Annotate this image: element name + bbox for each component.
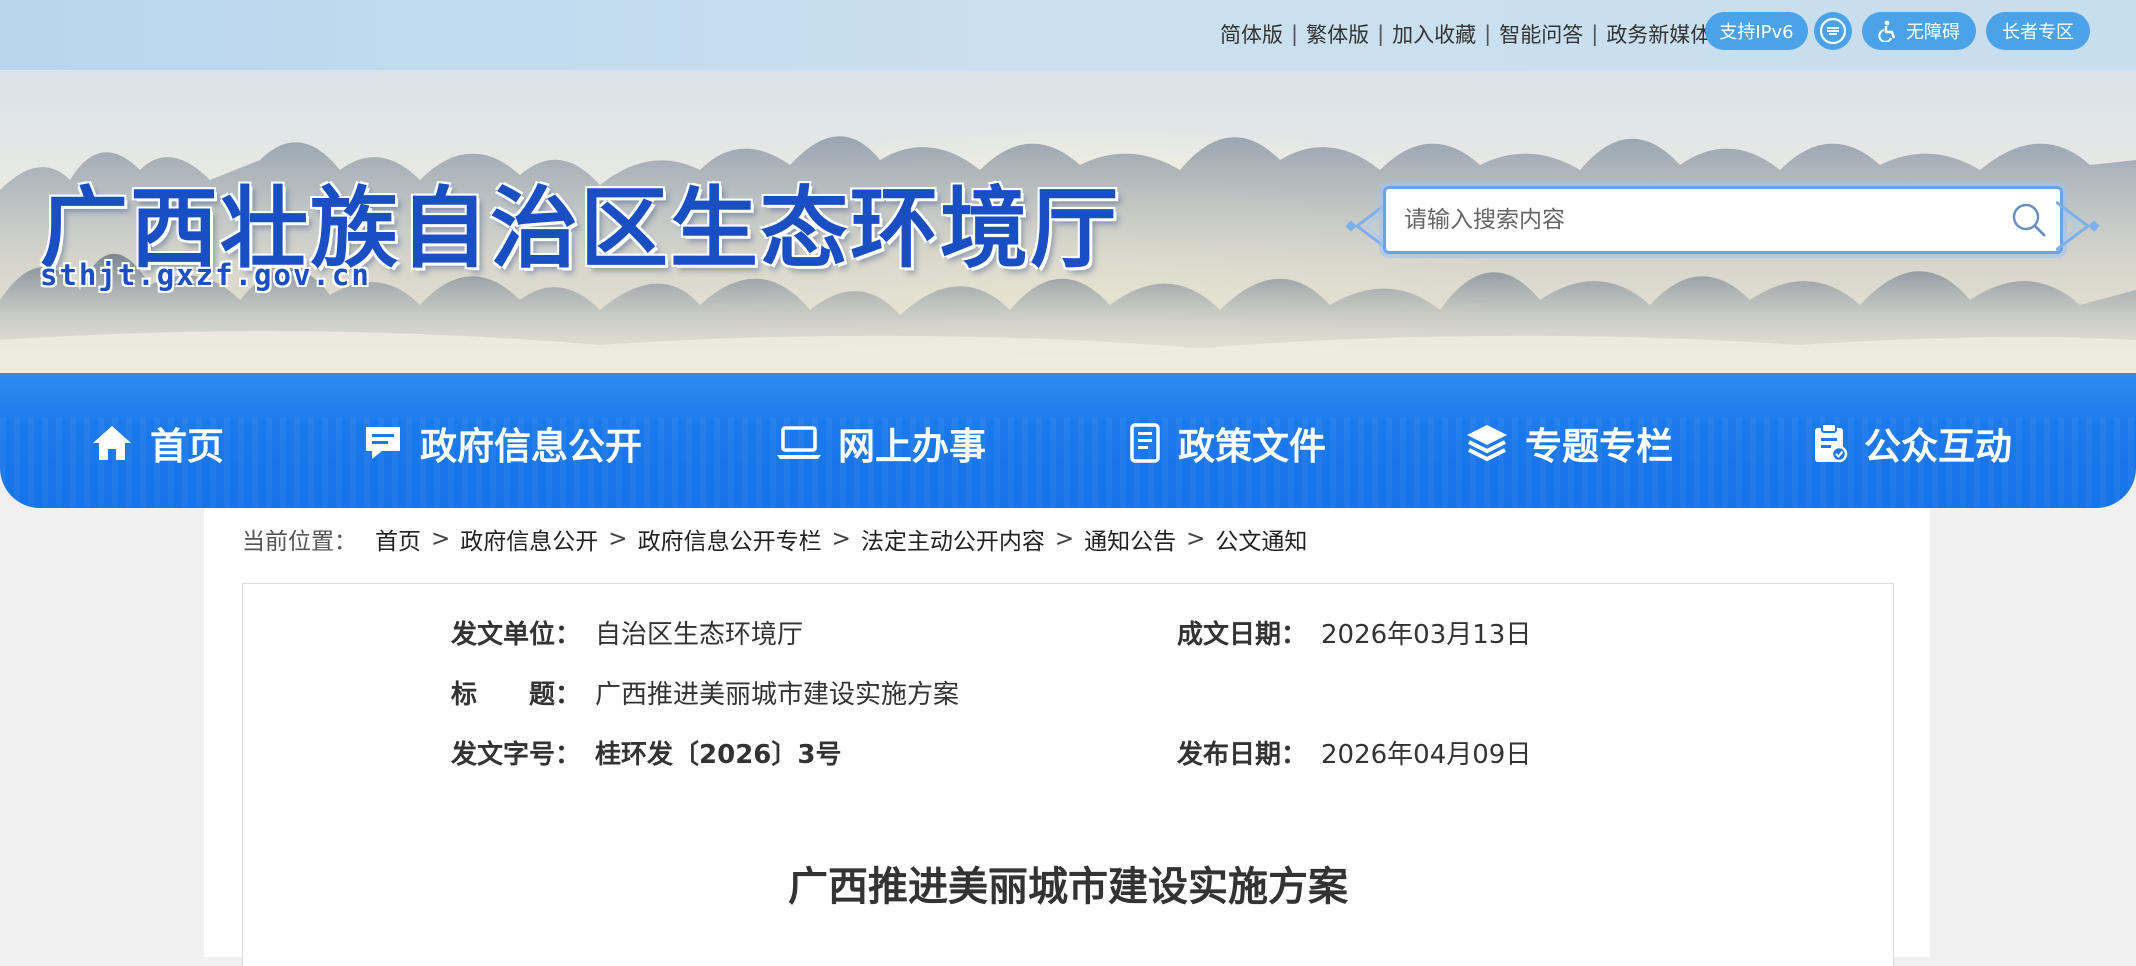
guangxi-badge-button[interactable] bbox=[1814, 12, 1852, 50]
breadcrumb-separator: > bbox=[1186, 526, 1206, 552]
clipboard-icon bbox=[1815, 423, 1848, 463]
top-links: 简体版 | 繁体版 | 加入收藏 | 智能问答 | 政务新媒体 bbox=[1220, 18, 1711, 50]
breadcrumb-separator: > bbox=[831, 526, 851, 552]
site-domain: sthjt.gxzf.gov.cn bbox=[40, 258, 371, 292]
breadcrumb-item[interactable]: 通知公告 bbox=[1084, 522, 1176, 556]
publish-date-key: 发布日期： bbox=[1177, 740, 1308, 770]
issuer-row: 发文单位： 自治区生态环境厅 bbox=[451, 614, 803, 651]
title-key: 标 题： bbox=[451, 680, 582, 710]
doc-number-value: 桂环发〔2026〕3号 bbox=[595, 740, 842, 770]
nav-home-label: 首页 bbox=[150, 425, 224, 468]
breadcrumb-separator: > bbox=[608, 526, 628, 552]
top-utility-bar: 简体版 | 繁体版 | 加入收藏 | 智能问答 | 政务新媒体 支持IPv6 无… bbox=[0, 0, 2136, 70]
traditional-link[interactable]: 繁体版 bbox=[1306, 19, 1369, 49]
nav-gov-info[interactable]: 政府信息公开 bbox=[362, 413, 642, 473]
new-media-link[interactable]: 政务新媒体 bbox=[1606, 19, 1711, 49]
smart-qa-link[interactable]: 智能问答 bbox=[1499, 19, 1583, 49]
date-written-key: 成文日期： bbox=[1177, 620, 1308, 650]
nav-online-service-label: 网上办事 bbox=[838, 425, 986, 468]
breadcrumb-separator: > bbox=[1054, 526, 1075, 552]
breadcrumb-label: 当前位置： bbox=[242, 529, 357, 555]
separator: | bbox=[1484, 22, 1492, 46]
title-row: 标 题： 广西推进美丽城市建设实施方案 bbox=[451, 674, 959, 711]
search-decoration-right bbox=[2056, 200, 2100, 252]
breadcrumb-item[interactable]: 政府信息公开 bbox=[460, 522, 598, 556]
breadcrumb-item[interactable]: 公文通知 bbox=[1215, 522, 1307, 556]
service-logo-icon bbox=[1819, 17, 1847, 45]
publish-date-row: 发布日期： 2026年04月09日 bbox=[1177, 734, 1531, 771]
search-button[interactable] bbox=[2010, 201, 2048, 239]
ipv6-badge[interactable]: 支持IPv6 bbox=[1705, 12, 1808, 50]
nav-policy-docs-label: 政策文件 bbox=[1178, 425, 1326, 468]
separator: | bbox=[1377, 22, 1385, 46]
laptop-icon bbox=[777, 426, 821, 459]
nav-public-interaction[interactable]: 公众互动 bbox=[1812, 413, 2012, 473]
nav-policy-docs[interactable]: 政策文件 bbox=[1128, 413, 1326, 473]
search-input[interactable] bbox=[1402, 197, 1986, 243]
search-box bbox=[1383, 186, 2063, 254]
date-written-row: 成文日期： 2026年03月13日 bbox=[1177, 614, 1531, 651]
issuer-value: 自治区生态环境厅 bbox=[595, 620, 804, 650]
search-area bbox=[1345, 180, 2100, 260]
title-value: 广西推进美丽城市建设实施方案 bbox=[595, 680, 960, 710]
nav-home[interactable]: 首页 bbox=[90, 413, 224, 473]
content-panel: 当前位置： 首页 > 政府信息公开 > 政府信息公开专栏 > 法定主动公开内容 … bbox=[204, 508, 1930, 966]
issuer-key: 发文单位： bbox=[451, 620, 582, 650]
breadcrumb-separator: > bbox=[431, 526, 451, 552]
document-metadata: 发文单位： 自治区生态环境厅 成文日期： 2026年03月13日 标 题： 广西推进美… bbox=[242, 583, 1894, 797]
breadcrumb: 当前位置： 首页 > 政府信息公开 > 政府信息公开专栏 > 法定主动公开内容 … bbox=[242, 522, 1307, 556]
breadcrumb-item[interactable]: 法定主动公开内容 bbox=[861, 522, 1045, 556]
simplified-link[interactable]: 简体版 bbox=[1220, 19, 1283, 49]
elder-zone-button[interactable]: 长者专区 bbox=[1986, 12, 2090, 50]
accessibility-button[interactable]: 无障碍 bbox=[1862, 12, 1976, 50]
main-navigation: 首页 政府信息公开 网上办事 政策文件 专题专栏 公众互动 bbox=[0, 373, 2136, 508]
doc-number-row: 发文字号： 桂环发〔2026〕3号 bbox=[451, 734, 841, 771]
nav-gov-info-label: 政府信息公开 bbox=[420, 425, 642, 468]
accessibility-label: 无障碍 bbox=[1906, 22, 1960, 43]
search-icon bbox=[2012, 203, 2046, 237]
doc-number-key: 发文字号： bbox=[451, 740, 582, 770]
nav-public-interaction-label: 公众互动 bbox=[1864, 425, 2012, 468]
layers-icon bbox=[1467, 425, 1507, 462]
wheelchair-icon bbox=[1878, 20, 1896, 42]
home-icon bbox=[93, 426, 131, 460]
breadcrumb-item[interactable]: 首页 bbox=[375, 522, 421, 556]
header-banner: 广西壮族自治区生态环境厅 sthjt.gxzf.gov.cn bbox=[0, 70, 2136, 374]
add-favorite-link[interactable]: 加入收藏 bbox=[1392, 19, 1476, 49]
separator: | bbox=[1291, 22, 1299, 46]
article-body: 广西推进美丽城市建设实施方案 bbox=[242, 796, 1894, 966]
nav-special-topics[interactable]: 专题专栏 bbox=[1465, 413, 1673, 473]
date-written-value: 2026年03月13日 bbox=[1321, 620, 1532, 650]
article-title: 广西推进美丽城市建设实施方案 bbox=[788, 864, 1348, 910]
publish-date-value: 2026年04月09日 bbox=[1321, 740, 1532, 770]
breadcrumb-item[interactable]: 政府信息公开专栏 bbox=[638, 522, 822, 556]
message-icon bbox=[366, 427, 400, 459]
nav-online-service[interactable]: 网上办事 bbox=[776, 413, 986, 473]
separator: | bbox=[1591, 22, 1599, 46]
document-icon bbox=[1130, 423, 1160, 463]
nav-special-topics-label: 专题专栏 bbox=[1525, 425, 1673, 468]
